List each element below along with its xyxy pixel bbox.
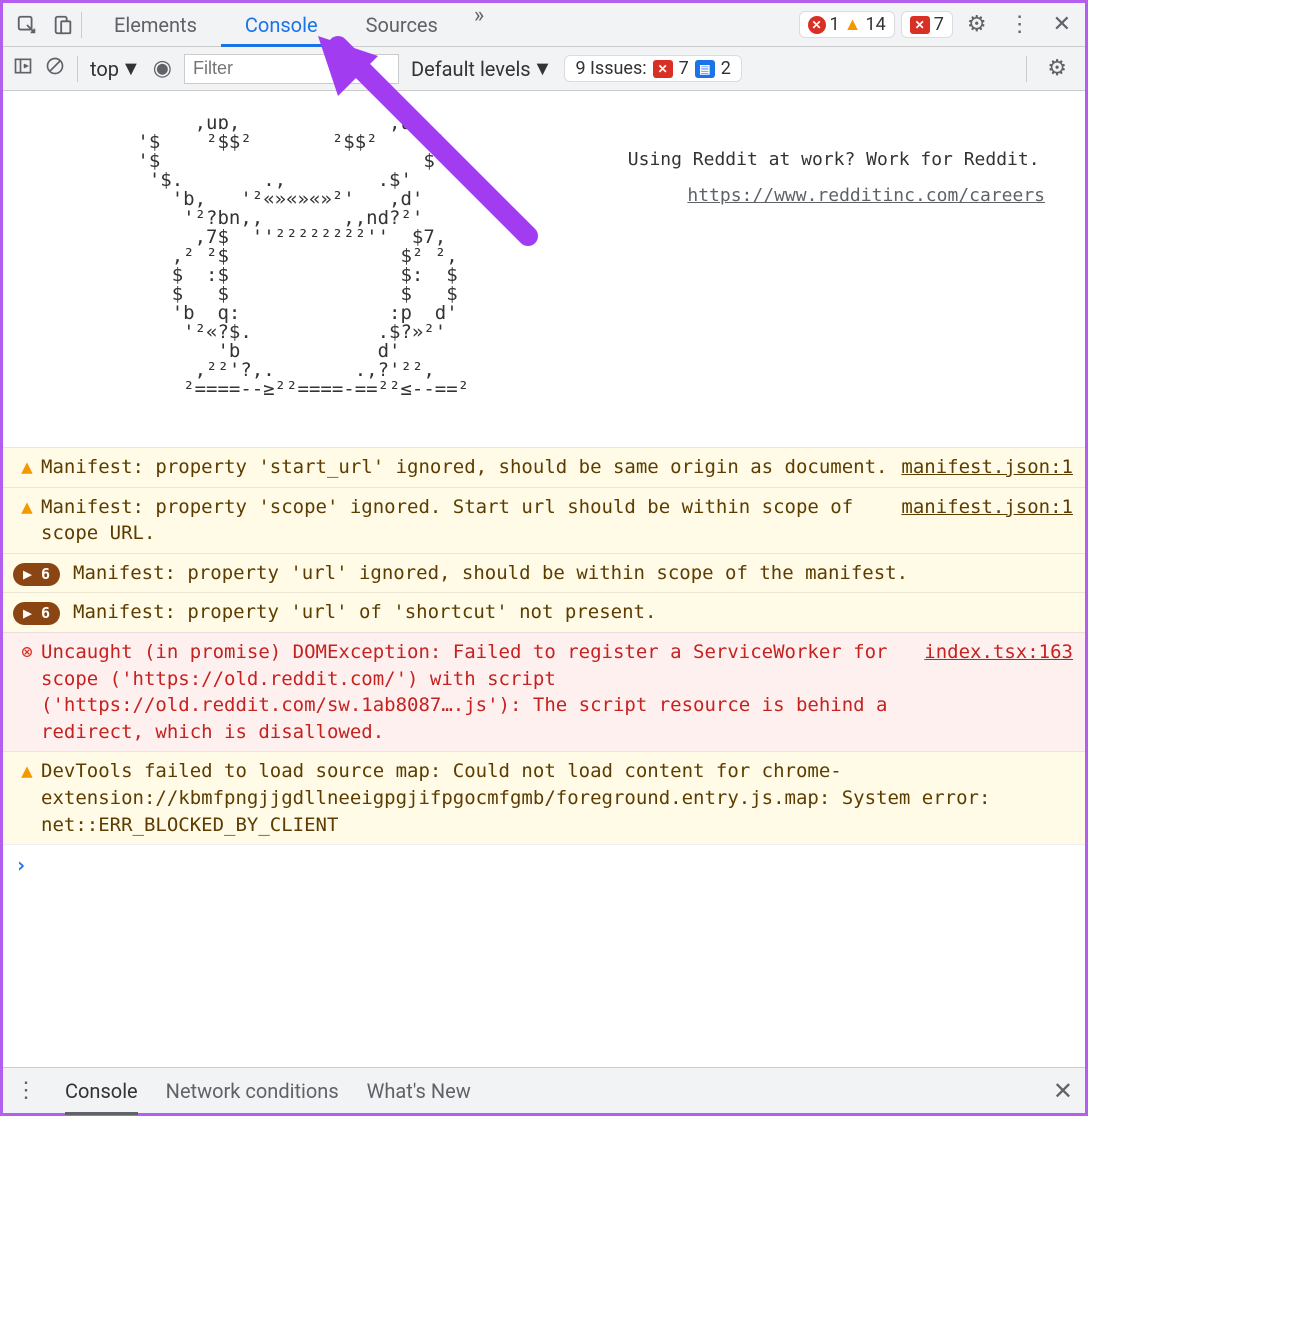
warning-badge-icon: ▲ <box>844 14 862 35</box>
console-toolbar: top ▼ ◉ Default levels ▼ 9 Issues: ✕ 7 ▤… <box>3 47 1085 91</box>
log-row[interactable]: ▲Manifest: property 'start_url' ignored,… <box>3 447 1085 487</box>
tab-elements[interactable]: Elements <box>90 3 221 46</box>
settings-icon[interactable]: ⚙ <box>959 12 995 37</box>
ascii-message: Using Reddit at work? Work for Reddit. h… <box>622 115 1045 223</box>
warning-count: 14 <box>865 14 885 35</box>
context-selector[interactable]: top ▼ <box>90 56 141 81</box>
issues-info-count: 2 <box>721 58 731 79</box>
console-prompt[interactable]: › <box>3 844 1085 885</box>
issues-pill[interactable]: 9 Issues: ✕ 7 ▤ 2 <box>564 55 741 82</box>
close-drawer-icon[interactable]: ✕ <box>1053 1077 1073 1105</box>
log-message: DevTools failed to load source map: Coul… <box>41 758 1073 838</box>
divider <box>77 56 78 82</box>
console-output[interactable]: ,uɒ, ,uɒ, '$ ²$$² ²$$² $' '$ $ '$. ., .$… <box>3 91 1085 1067</box>
log-message: Manifest: property 'url' of 'shortcut' n… <box>73 599 1073 626</box>
issues-error-count: 7 <box>679 58 689 79</box>
ascii-art-log: ,uɒ, ,uɒ, '$ ²$$² ²$$² $' '$ $ '$. ., .$… <box>3 91 1085 447</box>
issues-error-icon: ✕ <box>653 60 673 78</box>
drawer-menu-icon[interactable]: ⋮ <box>15 1078 37 1103</box>
close-devtools-icon[interactable]: ✕ <box>1045 12 1079 37</box>
log-message: Uncaught (in promise) DOMException: Fail… <box>41 639 924 745</box>
errors-warnings-pill[interactable]: ✕ 1 ▲ 14 <box>799 11 895 38</box>
issues-info-icon: ▤ <box>695 60 715 78</box>
log-row[interactable]: ▲DevTools failed to load source map: Cou… <box>3 751 1085 844</box>
menu-icon[interactable]: ⋮ <box>1001 12 1039 37</box>
warning-icon: ▲ <box>13 758 41 785</box>
log-source-link[interactable]: index.tsx:163 <box>924 639 1073 666</box>
log-row[interactable]: ▶ 6Manifest: property 'url' ignored, sho… <box>3 553 1085 593</box>
message-count: 7 <box>934 14 944 35</box>
devtools-topbar: Elements Console Sources » ✕ 1 ▲ 14 ✕ 7 … <box>3 3 1085 47</box>
log-row[interactable]: ▶ 6Manifest: property 'url' of 'shortcut… <box>3 592 1085 632</box>
error-icon: ⊗ <box>13 639 41 666</box>
log-message: Manifest: property 'url' ignored, should… <box>73 560 1073 587</box>
log-levels-selector[interactable]: Default levels ▼ <box>411 56 552 81</box>
log-row[interactable]: ▲Manifest: property 'scope' ignored. Sta… <box>3 487 1085 553</box>
sidebar-toggle-icon[interactable] <box>13 56 33 81</box>
log-source-link[interactable]: manifest.json:1 <box>901 454 1073 481</box>
messages-pill[interactable]: ✕ 7 <box>901 11 953 38</box>
prompt-caret-icon: › <box>15 853 27 877</box>
tab-console[interactable]: Console <box>221 3 342 46</box>
log-source-link[interactable]: manifest.json:1 <box>901 494 1073 521</box>
device-toggle-icon[interactable] <box>45 7 81 43</box>
drawer-tab-network-conditions[interactable]: Network conditions <box>166 1079 339 1103</box>
log-message: Manifest: property 'scope' ignored. Star… <box>41 494 901 547</box>
drawer-tabs: ⋮ Console Network conditions What's New … <box>3 1067 1085 1113</box>
clear-console-icon[interactable] <box>45 56 65 81</box>
divider <box>81 12 82 38</box>
main-tabs: Elements Console Sources » <box>90 3 496 46</box>
inspect-icon[interactable] <box>9 7 45 43</box>
tab-sources[interactable]: Sources <box>342 3 462 46</box>
levels-label: Default levels <box>411 57 531 81</box>
context-label: top <box>90 57 119 81</box>
log-row[interactable]: ⊗Uncaught (in promise) DOMException: Fai… <box>3 632 1085 751</box>
divider <box>1026 56 1027 82</box>
error-count: 1 <box>830 14 840 35</box>
more-tabs-icon[interactable]: » <box>462 3 496 46</box>
chevron-down-icon: ▼ <box>121 56 141 81</box>
ascii-link[interactable]: https://www.redditinc.com/careers <box>687 185 1045 206</box>
drawer-tab-whats-new[interactable]: What's New <box>367 1079 471 1103</box>
expand-badge[interactable]: ▶ 6 <box>13 599 73 626</box>
error-badge-icon: ✕ <box>808 16 826 34</box>
console-settings-icon[interactable]: ⚙ <box>1039 56 1075 81</box>
warning-icon: ▲ <box>13 454 41 481</box>
ascii-art: ,uɒ, ,uɒ, '$ ²$$² ²$$² $' '$ $ '$. ., .$… <box>23 112 469 400</box>
log-message: Manifest: property 'start_url' ignored, … <box>41 454 901 481</box>
filter-input[interactable] <box>184 54 399 84</box>
issues-label: 9 Issues: <box>575 58 646 79</box>
message-badge-icon: ✕ <box>910 16 930 34</box>
expand-badge[interactable]: ▶ 6 <box>13 560 73 587</box>
drawer-tab-console[interactable]: Console <box>65 1079 138 1103</box>
chevron-down-icon: ▼ <box>533 56 553 81</box>
live-expression-icon[interactable]: ◉ <box>153 56 172 81</box>
warning-icon: ▲ <box>13 494 41 521</box>
topbar-right: ✕ 1 ▲ 14 ✕ 7 ⚙ ⋮ ✕ <box>799 11 1079 38</box>
ascii-text: Using Reddit at work? Work for Reddit. <box>622 151 1045 169</box>
